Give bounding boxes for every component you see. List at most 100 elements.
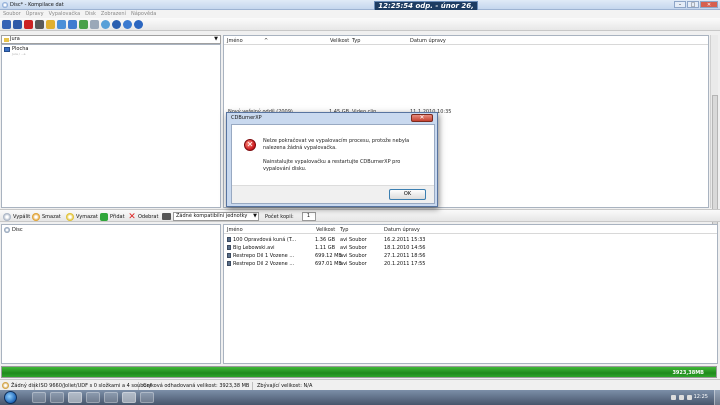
show-desktop-button[interactable] [714, 390, 720, 405]
error-icon: ✕ [244, 139, 256, 151]
cell-size: 697.01 MB [315, 261, 342, 267]
cell-date: 18.1.2010 14:56 [384, 245, 426, 251]
flag-icon[interactable] [671, 395, 676, 400]
folder-dropdown[interactable]: Jura ▼ [1, 35, 221, 44]
cell-type: avi Soubor [340, 253, 367, 259]
network-icon[interactable] [679, 395, 684, 400]
video-file-icon [227, 253, 231, 258]
folder-icon[interactable] [46, 20, 55, 29]
desktop-icon [4, 46, 10, 52]
eject-icon[interactable] [90, 20, 99, 29]
tree-item-disc[interactable]: Disc [4, 227, 23, 233]
cell-size: 699.12 MB [315, 253, 342, 259]
refresh-icon[interactable] [101, 20, 110, 29]
disc-icon [4, 227, 10, 233]
dialog-close-button[interactable]: ✕ [411, 114, 433, 122]
column-size[interactable]: Velikost [330, 38, 349, 44]
vertical-scrollbar[interactable] [710, 35, 718, 235]
info-icon[interactable] [112, 20, 121, 29]
status-bar: Žádný disk ISO 9660/Joliet/UDF s 0 složk… [0, 379, 720, 390]
dialog-body: ✕ Nelze pokračovat ve vypalovacím proces… [231, 124, 435, 204]
disc-capacity-bar: 3923,38MB [1, 366, 717, 378]
start-button[interactable] [4, 391, 17, 404]
taskbar-app-1[interactable] [32, 392, 46, 403]
plus-icon [100, 212, 108, 221]
chevron-down-icon: ▼ [214, 36, 218, 42]
minimize-button[interactable]: – [674, 1, 686, 8]
status-disk: Žádný disk [11, 382, 39, 390]
cell-date: 20.1.2011 17:55 [384, 261, 426, 267]
dialog-title: CDBurnerXP [231, 115, 262, 121]
new-icon[interactable] [2, 20, 11, 29]
print-icon[interactable] [35, 20, 44, 29]
compilation-file-list[interactable]: Jméno Velikost Typ Datum úpravy 100 Opra… [223, 224, 718, 364]
cell-size: 1.11 GB [315, 245, 336, 251]
save-icon[interactable] [13, 20, 22, 29]
taskbar-app-2[interactable] [50, 392, 64, 403]
burn-button[interactable]: Vypálit [3, 212, 30, 221]
column-type[interactable]: Typ [352, 38, 360, 44]
erase-button[interactable]: Smazat [32, 212, 61, 221]
cell-size: 1.36 GB [315, 237, 336, 243]
video-file-icon [227, 237, 231, 242]
ok-button[interactable]: OK [389, 189, 426, 200]
video-file-icon [227, 261, 231, 266]
taskbar-app-3[interactable] [68, 392, 82, 403]
properties-icon[interactable] [57, 20, 66, 29]
volume-icon[interactable] [687, 395, 692, 400]
add-button[interactable]: Přidat [100, 212, 125, 221]
column-type[interactable]: Typ [340, 227, 348, 233]
folder-icon [4, 38, 9, 42]
menu-bar: Soubor Úpravy Vypalovačka Disk Zobrazení… [0, 10, 720, 18]
dialog-message-1: Nelze pokračovat ve vypalovacím procesu,… [263, 138, 410, 151]
column-name[interactable]: Jméno [227, 227, 243, 233]
table-row[interactable]: Restrepo Dil 1 Vozene ... 699.12 MB avi So… [224, 253, 717, 260]
error-dialog: CDBurnerXP ✕ ✕ Nelze pokračovat ve vypal… [226, 112, 438, 207]
capacity-fill [2, 367, 716, 377]
cell-name: Big Lebowski.avi [233, 245, 275, 251]
window-controls: – □ ✕ [674, 1, 718, 8]
network-icon[interactable] [79, 20, 88, 29]
compilation-toolbar: Vypálit Smazat Vymazat Přidat ✕ Odebrat … [0, 209, 720, 222]
remove-x-icon: ✕ [128, 211, 136, 222]
remove-button[interactable]: ✕ Odebrat [128, 212, 158, 221]
cell-date: 16.2.2011 15:33 [384, 237, 426, 243]
menu-napoveda[interactable]: Nápověda [131, 10, 156, 18]
window-title: Disc* - Kompilace dat [10, 2, 64, 8]
clear-button[interactable]: Vymazat [66, 212, 98, 221]
column-date[interactable]: Datum úpravy [384, 227, 420, 233]
drive-icon[interactable] [68, 20, 77, 29]
table-row[interactable]: 100 Opravdová kuná (T... 1.36 GB avi Soubo… [224, 237, 717, 244]
folder-tree[interactable]: Plocha Jura / ...a [1, 44, 221, 208]
table-row[interactable]: Big Lebowski.avi 1.11 GB avi Soubor 18.1.20… [224, 245, 717, 252]
menu-upravy[interactable]: Úpravy [26, 10, 44, 18]
menu-disk[interactable]: Disk [85, 10, 96, 18]
menu-vypalovacka[interactable]: Vypalovačka [49, 10, 81, 18]
column-name[interactable]: Jméno [227, 38, 243, 44]
menu-soubor[interactable]: Soubor [3, 10, 21, 18]
taskbar-app-5[interactable] [104, 392, 118, 403]
capacity-label: 3923,38MB [672, 370, 704, 376]
taskbar-app-4[interactable] [86, 392, 100, 403]
maximize-button[interactable]: □ [687, 1, 699, 8]
taskbar-app-7[interactable] [140, 392, 154, 403]
close-window-button[interactable]: ✕ [700, 1, 718, 8]
table-row[interactable]: Restrepo Dil 2 Vozene ... 697.01 MB avi So… [224, 261, 717, 268]
cell-name: 100 Opravdová kuná (T... [233, 237, 297, 243]
disc-tree[interactable]: Disc [1, 224, 221, 364]
cell-type: avi Soubor [340, 245, 367, 251]
delete-icon[interactable] [24, 20, 33, 29]
menu-zobrazeni[interactable]: Zobrazení [101, 10, 126, 18]
copies-stepper[interactable]: 1 [302, 212, 316, 221]
drive-dropdown[interactable]: Žádné kompatibilní jednotky ▼ [173, 212, 259, 221]
main-toolbar [0, 18, 720, 31]
clear-icon [66, 212, 74, 221]
tray-clock[interactable]: 12:25 [694, 394, 708, 400]
title-bar: Disc* - Kompilace dat – □ ✕ [0, 0, 720, 10]
taskbar-app-cdburner[interactable] [122, 392, 136, 403]
about-icon[interactable] [134, 20, 143, 29]
column-size[interactable]: Velikost [316, 227, 335, 233]
column-date[interactable]: Datum úpravy [410, 38, 446, 44]
help-icon[interactable] [123, 20, 132, 29]
cell-type: avi Soubor [340, 237, 367, 243]
